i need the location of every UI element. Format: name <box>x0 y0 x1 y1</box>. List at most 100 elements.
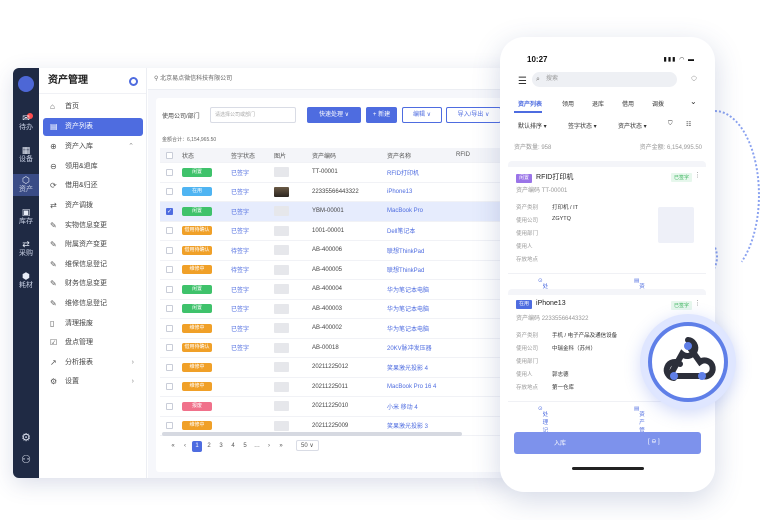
row-checkbox[interactable] <box>166 285 173 293</box>
sidebar-item-repair[interactable]: ✎ 维修信息登记 <box>43 295 143 313</box>
rail-item-stock[interactable]: ▣ 库存 <box>13 208 39 226</box>
sidebar-item-receive-return[interactable]: ⊖ 领用&退库 <box>43 158 143 176</box>
row-checkbox[interactable] <box>166 363 173 371</box>
sign-status-dropdown[interactable]: 签字状态 ▾ <box>568 121 597 130</box>
asset-thumbnail[interactable] <box>274 186 289 197</box>
page-button[interactable]: 3 <box>216 441 226 452</box>
sidebar-item-finance[interactable]: ✎ 财务信息变更 <box>43 275 143 293</box>
sidebar-item-inventory[interactable]: ☑ 盘点管理 <box>43 334 143 352</box>
users-icon[interactable]: ⚇ <box>13 455 39 466</box>
row-checkbox[interactable] <box>166 246 173 254</box>
rail-item-asset[interactable]: ⬡ 资产 <box>13 174 39 196</box>
row-checkbox[interactable]: ✓ <box>166 207 173 215</box>
asset-manage-button[interactable]: ▤ 资产管理 <box>634 278 645 314</box>
page-button[interactable]: › <box>264 441 274 452</box>
asset-name-link[interactable]: Dell笔记本 <box>387 222 455 241</box>
asset-name-link[interactable]: 华为笔记本电脑 <box>387 300 455 319</box>
sort-dropdown[interactable]: 默认排序 ▾ <box>518 121 547 130</box>
asset-name-link[interactable]: MacBook Pro 16 4 <box>387 378 455 397</box>
asset-thumbnail[interactable] <box>274 264 289 275</box>
table-row[interactable]: 维修中 已签字 AB-400002 华为笔记本电脑 <box>160 319 508 339</box>
list-settings-icon[interactable]: ☷ <box>686 121 691 128</box>
tab-return[interactable]: 退库 <box>592 99 604 108</box>
table-row[interactable]: 维修中 20211225011 MacBook Pro 16 4 <box>160 378 508 397</box>
page-button[interactable]: 4 <box>228 441 238 452</box>
header-status[interactable]: 状态 <box>182 148 222 162</box>
chevron-down-icon[interactable]: ⌄ <box>690 97 697 106</box>
new-button[interactable]: + 新建 <box>366 107 397 123</box>
stock-in-button[interactable]: 入库 <box>554 438 566 447</box>
header-sign-status[interactable]: 签字状态 <box>231 148 271 162</box>
asset-name-link[interactable]: 联想ThinkPad <box>387 261 455 280</box>
menu-icon[interactable]: ☰ <box>518 76 527 87</box>
page-button[interactable]: « <box>168 441 178 452</box>
settings-gear-icon[interactable]: ⚙ <box>13 433 39 444</box>
table-row[interactable]: 维修中 待签字 AB-400005 联想ThinkPad <box>160 261 508 280</box>
asset-card[interactable]: 闲置 RFID打印机 已签字 ⋮ 资产编码 TT-00001 资产类别 打印机 / IT 使用… <box>508 161 706 314</box>
asset-thumbnail[interactable] <box>274 420 289 431</box>
row-checkbox[interactable] <box>166 305 173 313</box>
asset-name-link[interactable]: iPhone13 <box>387 183 455 202</box>
sidebar-item-settings[interactable]: ⚙ 设置 › <box>43 373 143 391</box>
rail-item-consumable[interactable]: ⬢ 耗材 <box>13 272 39 290</box>
sidebar-item-borrow[interactable]: ⟳ 借用&归还 <box>43 177 143 195</box>
row-checkbox[interactable] <box>166 344 173 352</box>
page-button[interactable]: … <box>252 441 262 452</box>
horizontal-scrollbar[interactable] <box>162 432 462 436</box>
header-asset-code[interactable]: 资产编码 <box>312 148 382 162</box>
asset-thumbnail[interactable] <box>274 303 289 314</box>
page-size-select[interactable]: 50 ∨ <box>296 440 319 451</box>
more-icon[interactable]: ⋮ <box>694 171 701 179</box>
sidebar-item-attached-change[interactable]: ✎ 附属资产变更 <box>43 236 143 254</box>
asset-status-dropdown[interactable]: 资产状态 ▾ <box>618 121 647 130</box>
page-button[interactable]: 1 <box>192 441 202 452</box>
asset-name-link[interactable]: RFID打印机 <box>387 163 455 182</box>
table-row[interactable]: 借用待确认 已签字 1001-00001 Dell笔记本 <box>160 222 508 241</box>
row-checkbox[interactable] <box>166 266 173 274</box>
table-row[interactable]: 闲置 已签字 AB-400003 华为笔记本电脑 <box>160 300 508 319</box>
rail-item-device[interactable]: ▦ 设备 <box>13 146 39 164</box>
scan-icon[interactable]: [ ⊖ ] <box>648 438 660 445</box>
table-row[interactable]: 借用待确认 待签字 AB-400006 联想ThinkPad <box>160 241 508 261</box>
header-image[interactable]: 图片 <box>274 148 300 162</box>
page-button[interactable]: 2 <box>204 441 214 452</box>
rail-item-purchase[interactable]: ⇄ 采购 <box>13 240 39 258</box>
rail-item-todo[interactable]: ✉ 待办 <box>13 114 39 132</box>
sidebar-item-physical-change[interactable]: ✎ 实物信息变更 <box>43 217 143 235</box>
edit-button[interactable]: 编辑 ∨ <box>402 107 442 123</box>
asset-thumbnail[interactable] <box>274 381 289 392</box>
header-asset-name[interactable]: 资产名称 <box>387 148 455 162</box>
row-checkbox[interactable] <box>166 188 173 196</box>
asset-name-link[interactable]: 华为笔记本电脑 <box>387 319 455 338</box>
row-checkbox[interactable] <box>166 402 173 410</box>
chat-icon[interactable]: ◌ <box>691 73 697 84</box>
row-checkbox[interactable] <box>166 168 173 176</box>
more-icon[interactable]: ⋮ <box>694 299 701 307</box>
sidebar-item-maintenance[interactable]: ✎ 维保信息登记 <box>43 256 143 274</box>
asset-name-link[interactable]: 华为笔记本电脑 <box>387 280 455 299</box>
row-checkbox[interactable] <box>166 227 173 235</box>
sidebar-item-reports[interactable]: ↗ 分析报表 › <box>43 354 143 372</box>
sidebar-toggle-icon[interactable] <box>129 77 138 86</box>
asset-thumbnail[interactable] <box>274 225 289 236</box>
select-all-checkbox[interactable] <box>166 151 173 159</box>
row-checkbox[interactable] <box>166 422 173 430</box>
page-button[interactable]: » <box>276 441 286 452</box>
row-checkbox[interactable] <box>166 324 173 332</box>
records-button[interactable]: ⊙ 处理记录 <box>538 406 548 442</box>
asset-thumbnail[interactable] <box>274 245 289 256</box>
table-row[interactable]: 维修中 20211225012 笑果激光投影 4 <box>160 358 508 378</box>
asset-thumbnail[interactable] <box>274 362 289 373</box>
asset-thumbnail[interactable] <box>274 342 289 353</box>
quick-action-button[interactable]: 快速处理 ∨ <box>307 107 361 123</box>
asset-name-link[interactable]: 20KV脉冲发压器 <box>387 339 455 358</box>
import-export-button[interactable]: 导入/导出 ∨ <box>446 107 501 123</box>
table-row[interactable]: ✓ 闲置 已签字 YBM-00001 MacBook Pro <box>160 202 508 222</box>
asset-name-link[interactable]: 小米 移动 4 <box>387 397 455 416</box>
sidebar-item-transfer[interactable]: ⇄ 资产调拨 <box>43 197 143 215</box>
avatar[interactable] <box>18 76 34 92</box>
sidebar-item-home[interactable]: ⌂ 首页 <box>43 98 143 116</box>
tab-borrow[interactable]: 借用 <box>622 99 634 108</box>
asset-thumbnail[interactable] <box>274 401 289 412</box>
tab-transfer[interactable]: 调拨 <box>652 99 664 108</box>
